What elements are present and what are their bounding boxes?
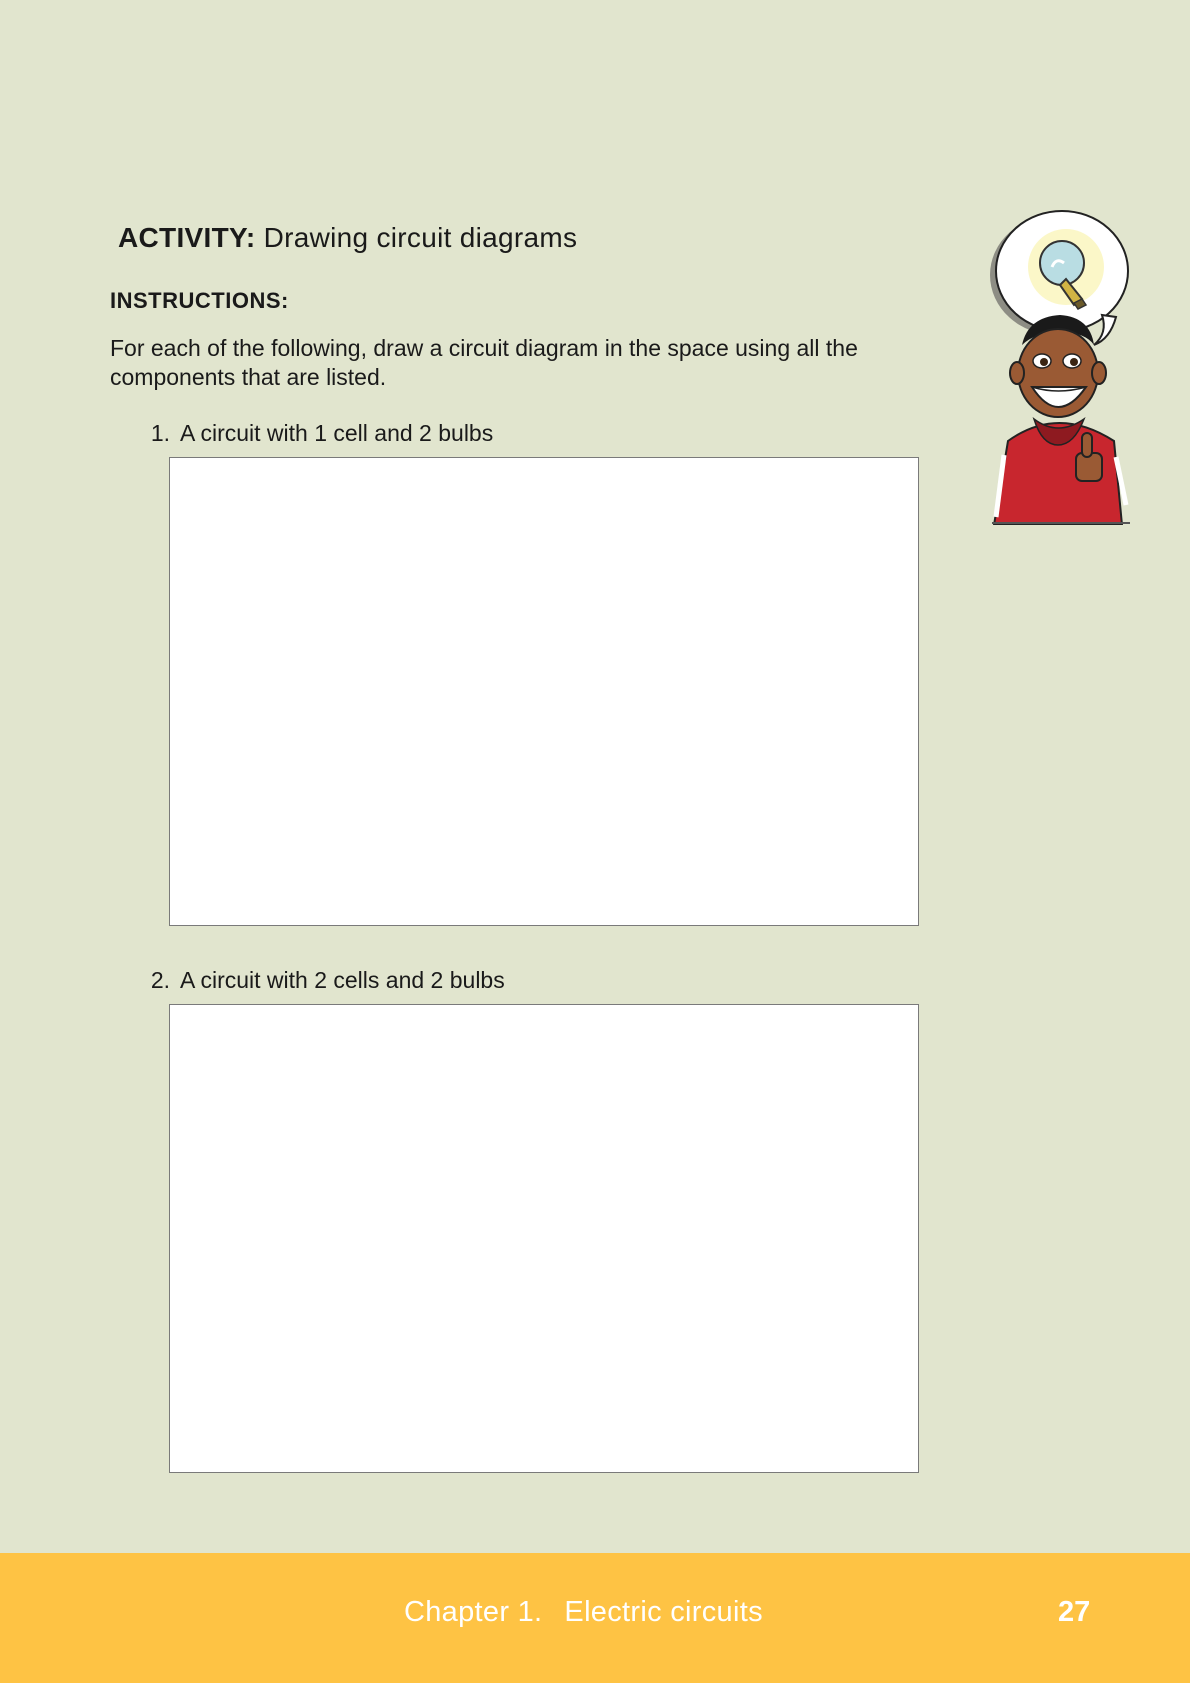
instructions-heading: INSTRUCTIONS:: [110, 288, 289, 313]
activity-label: ACTIVITY:: [118, 222, 256, 253]
question-number: 2.: [150, 967, 170, 993]
instructions-text: For each of the following, draw a circui…: [110, 335, 858, 390]
question-text: A circuit with 1 cell and 2 bulbs: [180, 420, 494, 446]
question-text: A circuit with 2 cells and 2 bulbs: [180, 967, 505, 993]
activity-name: Drawing circuit diagrams: [263, 222, 578, 253]
drawing-area-2[interactable]: [169, 1004, 919, 1473]
footer-chapter-title: Chapter 1. Electric circuits: [404, 1596, 763, 1629]
chapter-name: Electric circuits: [564, 1596, 763, 1628]
question-number: 1.: [150, 420, 170, 446]
chapter-number: Chapter 1.: [404, 1596, 543, 1628]
drawing-area-1[interactable]: [169, 457, 919, 926]
page-number: 27: [1058, 1596, 1091, 1628]
activity-title: ACTIVITY: Drawing circuit diagrams: [118, 222, 577, 254]
boy-with-lightbulb-idea-illustration: [990, 210, 1130, 525]
question-item: 1. A circuit with 1 cell and 2 bulbs: [130, 420, 493, 447]
question-item: 2. A circuit with 2 cells and 2 bulbs: [130, 967, 505, 994]
